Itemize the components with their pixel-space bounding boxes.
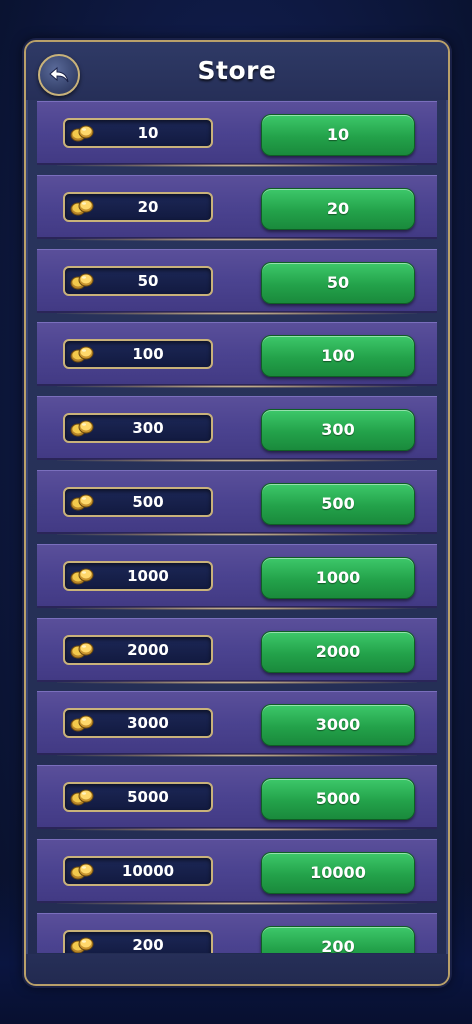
coin-amount-box: 500 [63,487,213,517]
buy-button[interactable]: 1000 [261,556,415,599]
coin-amount-box: 20 [63,191,213,222]
buy-button[interactable]: 2000 [261,630,415,673]
coin-amount-box: 10 [63,118,213,148]
coin-amount: 10000 [121,862,175,880]
coin-amount: 20 [137,197,159,216]
coin-amount: 50 [137,271,159,290]
coin-amount-box: 10000 [63,856,213,886]
store-item-row: 50 50 [37,248,437,315]
buy-button[interactable]: 300 [261,409,415,452]
coin-amount: 5000 [127,788,169,807]
coin-amount: 200 [132,935,164,953]
buy-button[interactable]: 10 [261,114,415,156]
coin-amount: 3000 [127,714,169,733]
coin-amount: 100 [132,345,164,364]
store-item-row: 10 10 [37,101,437,167]
coin-amount-box: 200 [63,929,213,953]
coin-amount-box: 50 [63,265,213,296]
coin-amount-box: 100 [63,339,213,370]
store-header: Store [26,42,448,100]
coin-amount: 1000 [127,566,169,585]
store-item-row: 1000 1000 [37,543,437,610]
buy-button[interactable]: 20 [261,187,415,230]
buy-button[interactable]: 100 [261,335,415,378]
coin-amount: 300 [132,419,164,438]
coin-amount-box: 300 [63,413,213,444]
coin-amount-box: 3000 [63,708,213,739]
buy-button[interactable]: 200 [261,925,415,953]
page-title: Store [197,56,277,85]
coin-amount: 10 [137,124,159,142]
store-item-row: 300 300 [37,396,437,463]
store-item-row: 500 500 [37,470,437,536]
buy-button[interactable]: 50 [261,261,415,304]
store-item-row: 3000 3000 [37,691,437,758]
coin-amount: 500 [132,493,164,511]
store-item-row: 200 200 [37,912,437,953]
buy-button[interactable]: 5000 [261,778,415,821]
store-panel: Store 10 10 20 20 50 50 100 100 300 300 … [24,40,450,986]
store-item-row: 2000 2000 [37,617,437,684]
coin-amount: 2000 [127,640,169,659]
coin-amount-box: 5000 [63,782,213,813]
store-item-row: 20 20 [37,174,437,241]
store-item-list[interactable]: 10 10 20 20 50 50 100 100 300 300 500 50… [37,101,437,953]
store-item-row: 10000 10000 [37,839,437,905]
coin-amount-box: 1000 [63,560,213,591]
buy-button[interactable]: 3000 [261,704,415,747]
panel-footer [26,954,448,984]
coin-amount-box: 2000 [63,634,213,665]
store-item-row: 100 100 [37,322,437,389]
buy-button[interactable]: 500 [261,483,415,525]
buy-button[interactable]: 10000 [261,852,415,894]
store-item-row: 5000 5000 [37,765,437,832]
